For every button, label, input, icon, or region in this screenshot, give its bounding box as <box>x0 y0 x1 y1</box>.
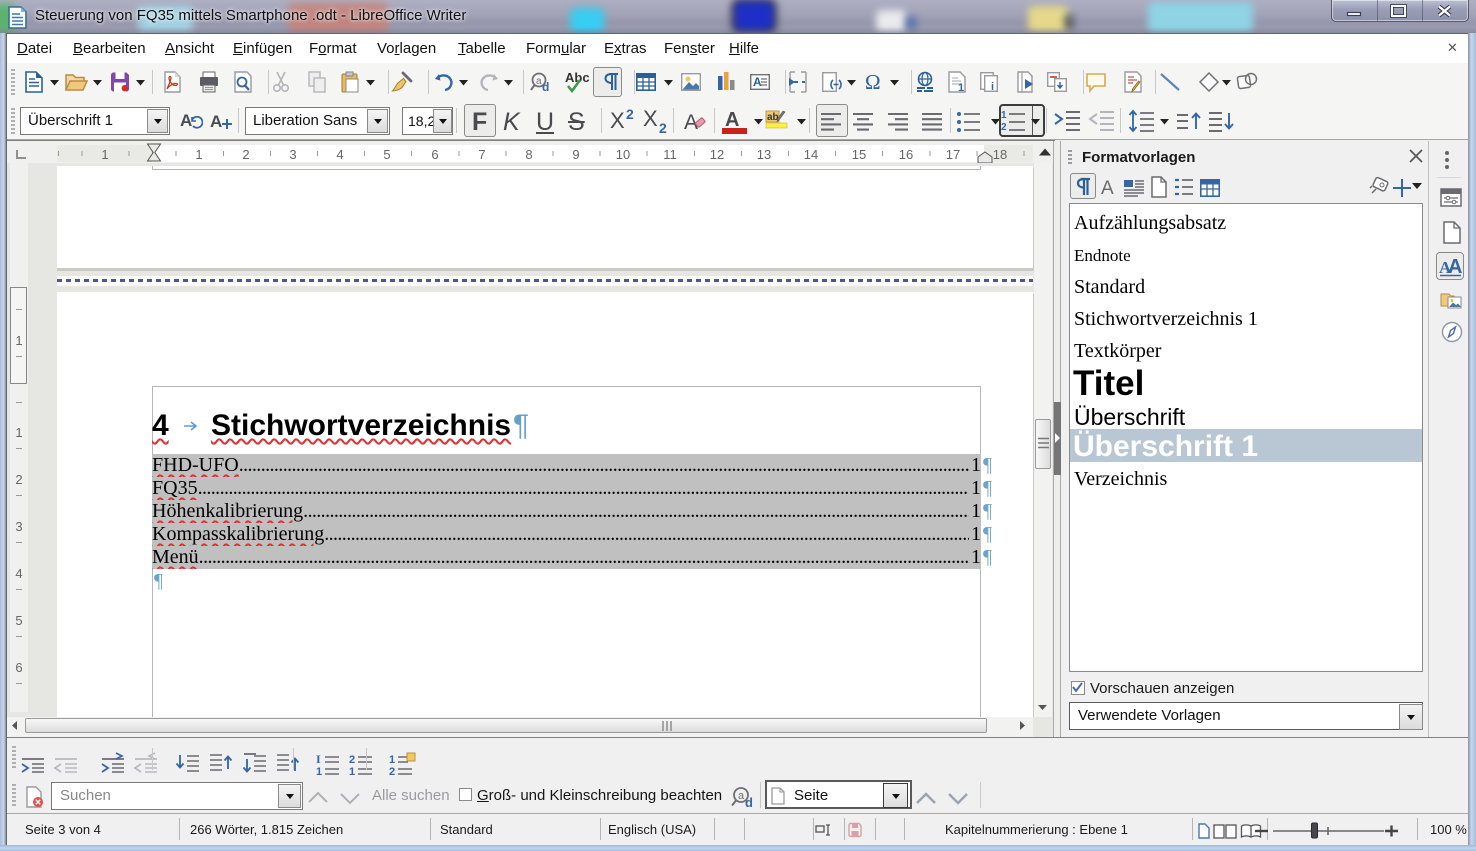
svg-text:A: A <box>753 75 762 89</box>
svg-text:1: 1 <box>349 766 355 777</box>
svg-text:A: A <box>725 109 739 131</box>
svg-text:I: I <box>316 752 321 766</box>
svg-text:A: A <box>1101 178 1114 198</box>
svg-text:1: 1 <box>389 754 395 766</box>
svg-text:2: 2 <box>626 107 634 122</box>
svg-text:d: d <box>745 795 753 810</box>
svg-text:2: 2 <box>1001 122 1007 133</box>
svg-text:i: i <box>991 81 994 93</box>
svg-text:1: 1 <box>316 766 322 777</box>
svg-text:a: a <box>738 790 745 802</box>
svg-text:1: 1 <box>1001 110 1007 121</box>
svg-text:d: d <box>542 80 549 94</box>
svg-text:2: 2 <box>389 766 395 777</box>
svg-text:1: 1 <box>958 82 964 94</box>
svg-text:Ω: Ω <box>865 70 881 94</box>
svg-text:A: A <box>210 112 222 131</box>
svg-text:2: 2 <box>659 120 667 135</box>
svg-text:A: A <box>180 111 192 130</box>
svg-text:X: X <box>643 107 658 131</box>
svg-text:X: X <box>610 108 625 133</box>
svg-text:2: 2 <box>349 754 355 766</box>
